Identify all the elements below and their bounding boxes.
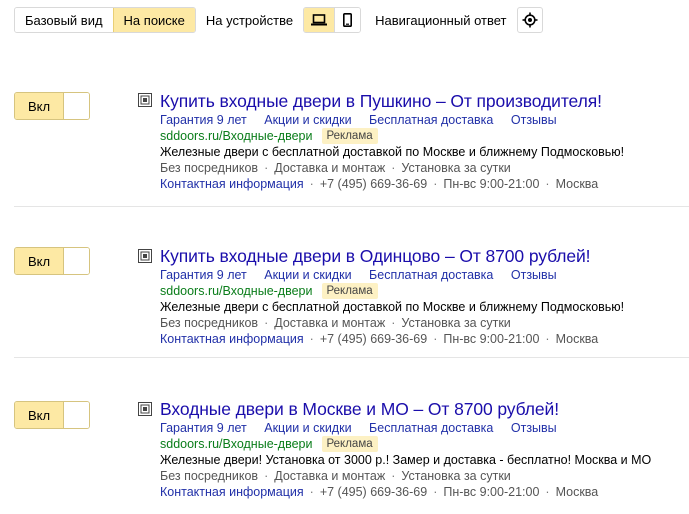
sitelink[interactable]: Акции и скидки	[264, 421, 351, 435]
callout: Без посредников	[160, 161, 259, 175]
url-line: sddoors.ru/Входные-двери Реклама	[160, 128, 689, 144]
ad-title-link[interactable]: Входные двери в Москве и МО – От 8700 ру…	[160, 398, 689, 420]
contact-info-link[interactable]: Контактная информация	[160, 332, 304, 346]
sitelink[interactable]: Отзывы	[511, 268, 557, 282]
device-switch	[303, 7, 362, 33]
callouts: Без посредников · Доставка и монтаж · Устано…	[160, 316, 511, 330]
toggle-label: Вкл	[15, 93, 64, 119]
sitelinks: Гарантия 9 лет Акции и скидки Бесплатная…	[160, 112, 689, 128]
sitelink[interactable]: Бесплатная доставка	[369, 268, 493, 282]
laptop-icon	[311, 14, 328, 26]
sitelink[interactable]: Гарантия 9 лет	[160, 113, 247, 127]
toggle-label: Вкл	[15, 402, 64, 428]
contact-line: Контактная информация · +7 (495) 669-36-69…	[160, 485, 599, 499]
callouts: Без посредников · Доставка и монтаж · Устано…	[160, 469, 511, 483]
ad-content: Купить входные двери в Пушкино – От прои…	[160, 90, 689, 192]
city: Москва	[555, 177, 599, 191]
working-hours: Пн-вс 9:00-21:00	[443, 485, 540, 499]
contact-line: Контактная информация · +7 (495) 669-36-69…	[160, 332, 599, 346]
tab-on-search[interactable]: На поиске	[112, 8, 195, 32]
url-line: sddoors.ru/Входные-двери Реклама	[160, 283, 689, 299]
device-desktop-button[interactable]	[304, 8, 335, 32]
ad-preview-row: Вкл Купить входные двери в Пушкино – От …	[14, 56, 689, 207]
phone-icon	[343, 13, 353, 27]
sitelink[interactable]: Акции и скидки	[264, 268, 351, 282]
sitelinks: Гарантия 9 лет Акции и скидки Бесплатная…	[160, 267, 689, 283]
callout: Доставка и монтаж	[274, 316, 386, 330]
ad-badge: Реклама	[321, 283, 378, 299]
sitelink[interactable]: Отзывы	[511, 113, 557, 127]
sitelink[interactable]: Отзывы	[511, 421, 557, 435]
ad-preview-row: Вкл Купить входные двери в Одинцово – От…	[14, 207, 689, 358]
tab-basic-view[interactable]: Базовый вид	[15, 8, 113, 32]
sitelink[interactable]: Бесплатная доставка	[369, 113, 493, 127]
ad-enable-toggle[interactable]: Вкл	[14, 247, 90, 275]
callout: Без посредников	[160, 469, 259, 483]
sitelink[interactable]: Гарантия 9 лет	[160, 268, 247, 282]
preview-toolbar: Базовый вид На поиске На устройстве Нави…	[14, 6, 543, 34]
ad-description: Железные двери! Установка от 3000 р.! За…	[160, 453, 652, 467]
device-label: На устройстве	[205, 12, 294, 28]
phone-number: +7 (495) 669-36-69	[319, 485, 428, 499]
ad-badge: Реклама	[321, 436, 378, 452]
device-mobile-button[interactable]	[334, 8, 361, 32]
site-favicon-icon	[138, 249, 152, 263]
sitelink[interactable]: Гарантия 9 лет	[160, 421, 247, 435]
contact-line: Контактная информация · +7 (495) 669-36-69…	[160, 177, 599, 191]
callout: Установка за сутки	[401, 469, 511, 483]
callout: Доставка и монтаж	[274, 161, 386, 175]
target-icon	[522, 12, 537, 28]
toggle-label: Вкл	[15, 248, 64, 274]
ad-description: Железные двери с бесплатной доставкой по…	[160, 145, 625, 159]
callout: Доставка и монтаж	[274, 469, 386, 483]
ad-title-link[interactable]: Купить входные двери в Пушкино – От прои…	[160, 90, 689, 112]
nav-answer-button[interactable]	[516, 7, 543, 33]
ad-content: Входные двери в Москве и МО – От 8700 ру…	[160, 398, 689, 500]
url-line: sddoors.ru/Входные-двери Реклама	[160, 436, 689, 452]
ad-description: Железные двери с бесплатной доставкой по…	[160, 300, 625, 314]
contact-info-link[interactable]: Контактная информация	[160, 177, 304, 191]
toggle-knob	[64, 402, 89, 428]
ad-content: Купить входные двери в Одинцово – От 870…	[160, 245, 689, 347]
sitelinks: Гарантия 9 лет Акции и скидки Бесплатная…	[160, 420, 689, 436]
display-url-link[interactable]: sddoors.ru/Входные-двери	[160, 283, 313, 299]
phone-number: +7 (495) 669-36-69	[319, 332, 428, 346]
sitelink[interactable]: Бесплатная доставка	[369, 421, 493, 435]
toggle-knob	[64, 93, 89, 119]
site-favicon-icon	[138, 93, 152, 107]
sitelink[interactable]: Акции и скидки	[264, 113, 351, 127]
nav-answer-label: Навигационный ответ	[375, 12, 507, 28]
ad-preview-row: Вкл Входные двери в Москве и МО – От 870…	[14, 360, 689, 510]
display-url-link[interactable]: sddoors.ru/Входные-двери	[160, 128, 313, 144]
ad-title-link[interactable]: Купить входные двери в Одинцово – От 870…	[160, 245, 689, 267]
ad-enable-toggle[interactable]: Вкл	[14, 401, 90, 429]
city: Москва	[555, 485, 599, 499]
callouts: Без посредников · Доставка и монтаж · Устано…	[160, 161, 511, 175]
city: Москва	[555, 332, 599, 346]
ad-badge: Реклама	[321, 128, 378, 144]
working-hours: Пн-вс 9:00-21:00	[443, 177, 540, 191]
display-url-link[interactable]: sddoors.ru/Входные-двери	[160, 436, 313, 452]
callout: Установка за сутки	[401, 161, 511, 175]
view-mode-switch: Базовый вид На поиске	[14, 7, 196, 33]
contact-info-link[interactable]: Контактная информация	[160, 485, 304, 499]
toggle-knob	[64, 248, 89, 274]
ad-enable-toggle[interactable]: Вкл	[14, 92, 90, 120]
callout: Установка за сутки	[401, 316, 511, 330]
site-favicon-icon	[138, 402, 152, 416]
phone-number: +7 (495) 669-36-69	[319, 177, 428, 191]
callout: Без посредников	[160, 316, 259, 330]
working-hours: Пн-вс 9:00-21:00	[443, 332, 540, 346]
